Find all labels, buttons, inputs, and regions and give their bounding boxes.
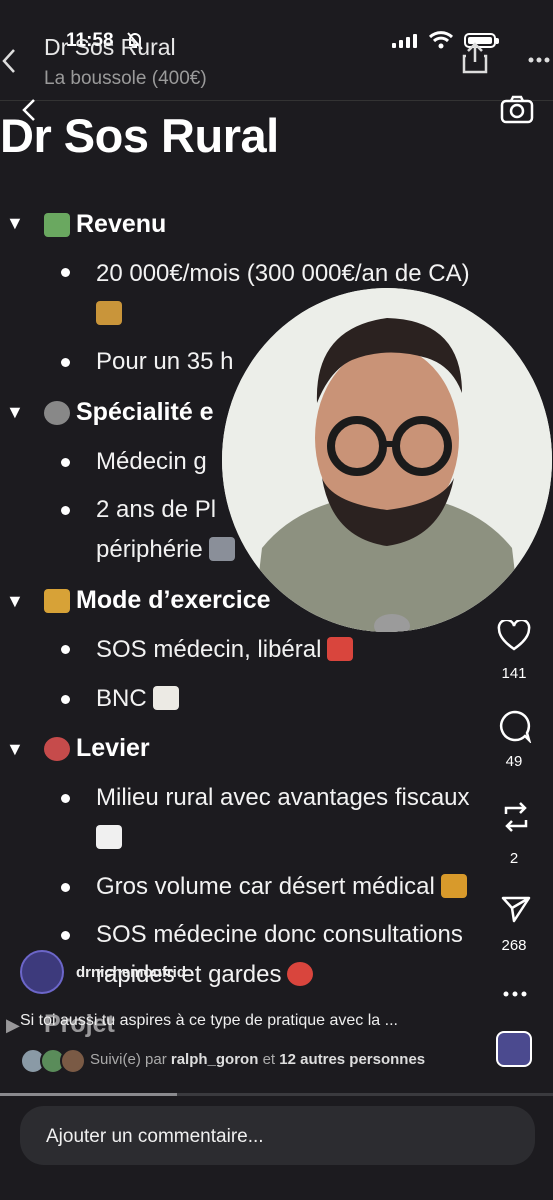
bullet [61, 458, 70, 467]
bullet [61, 268, 70, 277]
rocket-emoji-icon [44, 737, 70, 762]
more-options-icon[interactable] [503, 990, 527, 998]
video-progress-bar[interactable] [0, 1093, 553, 1096]
send-icon[interactable] [500, 894, 532, 924]
post-subtitle: La boussole (400€) [44, 68, 207, 89]
expand-triangle-icon[interactable]: ▶ [6, 1015, 20, 1036]
list-item: Milieu rural avec avantages fiscaux [96, 779, 536, 855]
bullet [61, 506, 70, 515]
signal-icon [392, 34, 418, 48]
bullet [61, 695, 70, 704]
share-count: 268 [501, 937, 527, 954]
list-item-continuation: périphérie [96, 531, 235, 569]
list-item: BNC [96, 680, 179, 718]
collapse-triangle-icon[interactable]: ▼ [6, 213, 24, 234]
bullet [61, 358, 70, 367]
back-arrow-icon[interactable] [0, 46, 18, 76]
list-item: Pour un 35 h [96, 348, 234, 375]
like-count: 141 [501, 665, 527, 682]
section-heading-mode-exercice: Mode d’exercice [44, 586, 271, 615]
bullet [61, 931, 70, 940]
presenter-video [222, 288, 552, 632]
section-heading-levier: Levier [44, 734, 150, 763]
list-item: Gros volume car désert médical [96, 868, 467, 906]
document-title: Dr Sos Rural [0, 109, 279, 162]
money-bag-emoji-icon [96, 300, 122, 325]
list-item: 2 ans de Pl [96, 496, 217, 523]
repost-icon[interactable] [500, 800, 532, 834]
section-heading-specialite: Spécialité e [44, 398, 214, 427]
bullet [61, 794, 70, 803]
comment-placeholder: Ajouter un commentaire... [46, 1126, 264, 1147]
video-bubble[interactable] [222, 288, 552, 632]
bullet [61, 645, 70, 654]
header-divider [0, 100, 553, 101]
list-item: SOS médecine donc consultations [96, 921, 463, 948]
section-heading-revenu: Revenu [44, 210, 166, 239]
wifi-icon [428, 31, 454, 49]
post-caption[interactable]: Si toi aussi tu aspires à ce type de pra… [20, 1012, 398, 1030]
post-title: Dr Sos Rural [44, 34, 176, 60]
money-emoji-icon [44, 213, 70, 238]
camera-icon[interactable] [500, 94, 534, 124]
follower-avatar [60, 1048, 86, 1074]
car-emoji-icon [327, 637, 354, 661]
collapse-triangle-icon[interactable]: ▼ [6, 402, 24, 423]
collapse-triangle-icon[interactable]: ▼ [6, 739, 24, 760]
chart-up-emoji-icon [96, 824, 122, 849]
repost-count: 2 [509, 850, 519, 867]
avatar[interactable] [20, 950, 64, 994]
share-icon[interactable] [460, 40, 490, 74]
desert-emoji-icon [440, 874, 467, 898]
bullet [61, 883, 70, 892]
receipt-emoji-icon [152, 686, 179, 710]
comment-icon[interactable] [498, 709, 532, 743]
crane-emoji-icon [44, 589, 70, 614]
more-icon[interactable] [528, 56, 550, 64]
author-username[interactable]: drnichemoufrid [76, 964, 186, 981]
hospital-emoji-icon [208, 537, 235, 561]
alarm-clock-emoji-icon [287, 962, 314, 986]
heart-icon[interactable] [497, 620, 531, 652]
video-progress-fill [0, 1093, 177, 1096]
followed-by-text[interactable]: Suivi(e) par ralph_goron et 12 autres pe… [90, 1051, 425, 1068]
collapse-triangle-icon[interactable]: ▼ [6, 591, 24, 612]
stethoscope-emoji-icon [44, 401, 70, 426]
comment-count: 49 [505, 753, 523, 770]
list-item: Médecin g [96, 448, 207, 475]
audio-thumbnail[interactable] [496, 1031, 532, 1067]
list-item: SOS médecin, libéral [96, 631, 354, 669]
